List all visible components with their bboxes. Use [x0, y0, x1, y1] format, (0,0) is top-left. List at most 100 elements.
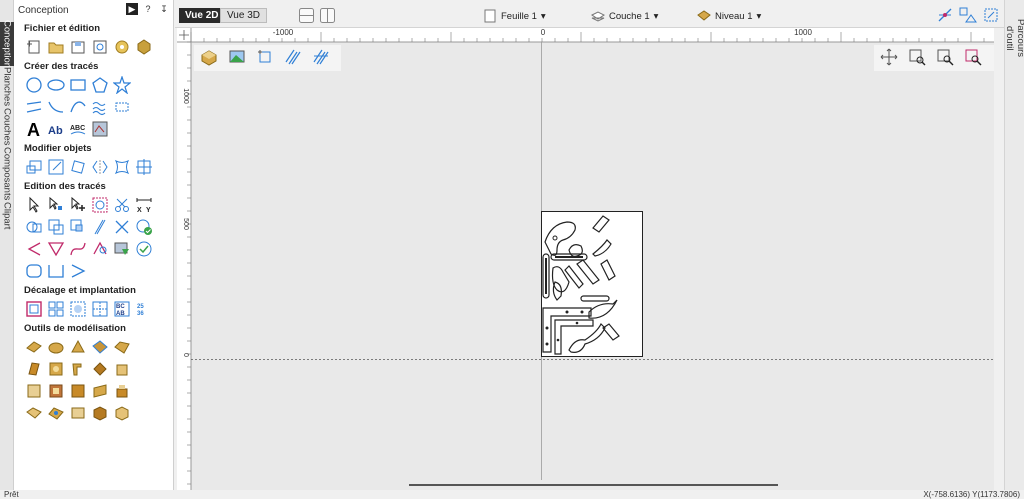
weld-icon[interactable]: [24, 217, 44, 237]
text-on-curve-icon[interactable]: Ab: [46, 119, 66, 139]
add-node-icon[interactable]: [68, 195, 88, 215]
tab-conception[interactable]: Conception: [0, 20, 14, 68]
model-19-icon[interactable]: [90, 403, 110, 423]
tile-icon[interactable]: [90, 299, 110, 319]
new-file-icon[interactable]: [24, 37, 44, 57]
array-icon[interactable]: [46, 299, 66, 319]
job-sheet[interactable]: [541, 211, 643, 357]
select-icon[interactable]: [24, 195, 44, 215]
pan-icon[interactable]: [880, 48, 898, 69]
level-dropdown[interactable]: Niveau 1 ▾: [697, 8, 761, 24]
settings-icon[interactable]: [134, 37, 154, 57]
subtract-icon[interactable]: [46, 217, 66, 237]
bitmap-trace-icon[interactable]: [90, 119, 110, 139]
material-icon[interactable]: [200, 48, 218, 69]
join-icon[interactable]: [90, 217, 110, 237]
save-file-icon[interactable]: [68, 37, 88, 57]
wave-icon[interactable]: [90, 97, 110, 117]
circle-icon[interactable]: [24, 75, 44, 95]
tab-view-2d[interactable]: Vue 2D: [179, 8, 225, 23]
arc-icon[interactable]: [46, 97, 66, 117]
model-20-icon[interactable]: [112, 403, 132, 423]
zoom-box-icon[interactable]: [908, 48, 926, 69]
tab-clipart[interactable]: Clipart: [0, 202, 14, 230]
validate-icon[interactable]: [134, 239, 154, 259]
ellipse-icon[interactable]: [46, 75, 66, 95]
tab-composants[interactable]: Composants: [0, 147, 14, 200]
polygon-icon[interactable]: [90, 75, 110, 95]
rectangle-icon[interactable]: [68, 75, 88, 95]
model-11-icon[interactable]: [24, 381, 44, 401]
model-18-icon[interactable]: [68, 403, 88, 423]
model-16-icon[interactable]: [24, 403, 44, 423]
model-10-icon[interactable]: [112, 359, 132, 379]
model-4-icon[interactable]: [90, 337, 110, 357]
chamfer-icon[interactable]: [46, 239, 66, 259]
split-horizontal-icon[interactable]: [299, 8, 314, 26]
distort-icon[interactable]: [112, 157, 132, 177]
move-icon[interactable]: [24, 157, 44, 177]
text-arc-icon[interactable]: ABC: [68, 119, 88, 139]
shapes-icon[interactable]: [959, 7, 977, 26]
layout-abcd-icon[interactable]: BC AB: [112, 299, 132, 319]
zoom-selection-icon[interactable]: [964, 48, 982, 69]
model-6-icon[interactable]: [24, 359, 44, 379]
model-13-icon[interactable]: [68, 381, 88, 401]
check-icon[interactable]: [134, 217, 154, 237]
model-1-icon[interactable]: [24, 337, 44, 357]
snap-vector-icon[interactable]: [256, 48, 274, 69]
rounded-rect-icon[interactable]: [24, 261, 44, 281]
panel-dock-icon[interactable]: ▶: [126, 3, 138, 15]
fillet-icon[interactable]: [24, 239, 44, 259]
bracket-icon[interactable]: [46, 261, 66, 281]
mirror-icon[interactable]: [90, 157, 110, 177]
tab-couches[interactable]: Couches: [0, 108, 14, 146]
polyline-icon[interactable]: [24, 97, 44, 117]
align-icon[interactable]: [134, 157, 154, 177]
dimension-icon[interactable]: [112, 97, 132, 117]
toolpath-wave-icon[interactable]: [284, 48, 302, 69]
job-setup-icon[interactable]: [112, 37, 132, 57]
star-icon[interactable]: [112, 75, 132, 95]
tab-view-3d[interactable]: Vue 3D: [220, 8, 267, 23]
model-8-icon[interactable]: [68, 359, 88, 379]
rotate-icon[interactable]: [68, 157, 88, 177]
layout-123-icon[interactable]: 25 36: [134, 299, 154, 319]
tab-toolpaths[interactable]: Parcours d'outil: [1004, 8, 1024, 68]
model-7-icon[interactable]: [46, 359, 66, 379]
model-14-icon[interactable]: [90, 381, 110, 401]
sheet-dropdown[interactable]: Feuille 1 ▾: [483, 8, 546, 24]
nest-icon[interactable]: [68, 299, 88, 319]
zoom-extents-icon[interactable]: [936, 48, 954, 69]
offset-icon[interactable]: [24, 299, 44, 319]
chevron-icon[interactable]: [68, 261, 88, 281]
pin-icon[interactable]: ↧: [158, 3, 170, 15]
import-vector-icon[interactable]: [90, 37, 110, 57]
model-5-icon[interactable]: [112, 337, 132, 357]
tab-planches[interactable]: Planches: [0, 67, 14, 106]
curve-icon[interactable]: [68, 97, 88, 117]
drawing-canvas[interactable]: -1000 0 1000 1000 500 0: [177, 28, 994, 490]
horizontal-scrollbar[interactable]: [409, 484, 778, 486]
scale-icon[interactable]: [46, 157, 66, 177]
transform-icon[interactable]: [983, 7, 999, 26]
model-9-icon[interactable]: [90, 359, 110, 379]
model-17-icon[interactable]: [46, 403, 66, 423]
text-icon[interactable]: A: [24, 119, 44, 139]
help-button[interactable]: ?: [142, 3, 154, 15]
cut-icon[interactable]: [112, 217, 132, 237]
model-15-icon[interactable]: [112, 381, 132, 401]
spline-icon[interactable]: [68, 239, 88, 259]
model-3-icon[interactable]: [68, 337, 88, 357]
model-2-icon[interactable]: [46, 337, 66, 357]
intersect-icon[interactable]: [68, 217, 88, 237]
toolpath-cross-icon[interactable]: [312, 48, 330, 69]
smooth-icon[interactable]: [112, 239, 132, 259]
layer-dropdown[interactable]: Couche 1 ▾: [591, 8, 658, 24]
snap-icon[interactable]: [937, 7, 953, 26]
node-edit-icon[interactable]: [46, 195, 66, 215]
measure-icon[interactable]: XY: [134, 195, 154, 215]
scissors-icon[interactable]: [112, 195, 132, 215]
open-file-icon[interactable]: [46, 37, 66, 57]
trim-icon[interactable]: [90, 195, 110, 215]
